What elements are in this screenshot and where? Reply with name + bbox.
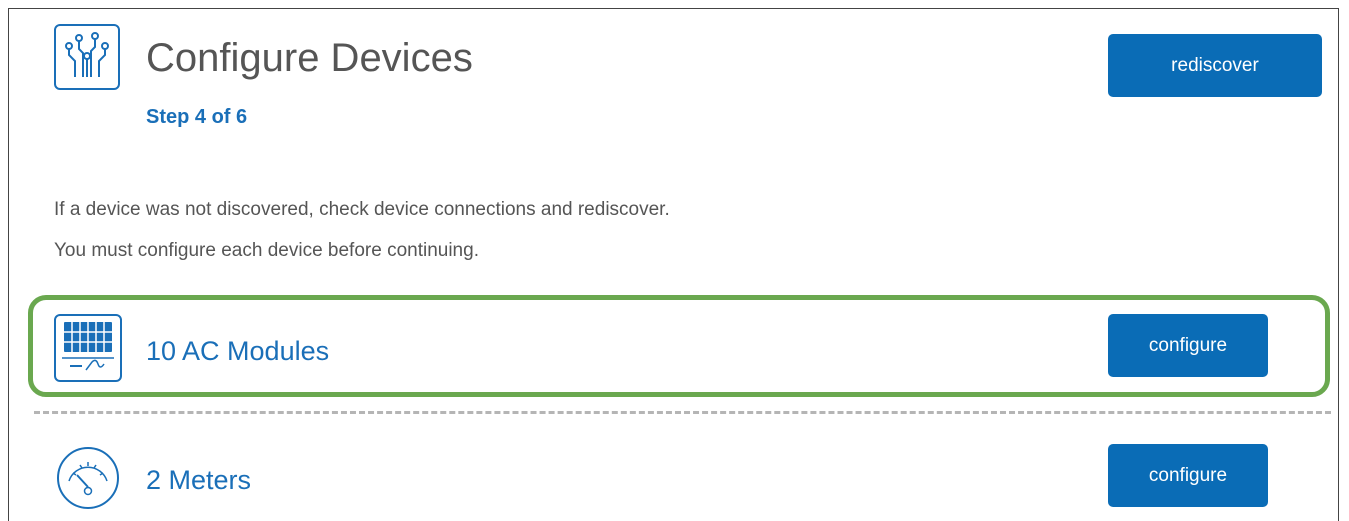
device-name-ac-modules: 10 AC Modules — [146, 336, 330, 366]
circuit-icon — [54, 24, 120, 90]
device-name-meters: 2 Meters — [146, 465, 252, 495]
meter-icon — [54, 444, 122, 512]
configure-ac-modules-button[interactable]: configure — [1108, 314, 1268, 377]
dashed-divider — [34, 411, 1331, 414]
rediscover-button[interactable]: rediscover — [1108, 34, 1322, 97]
page-title: Configure Devices — [146, 36, 473, 80]
instruction-text-configure: You must configure each device before co… — [54, 240, 479, 261]
instruction-text-rediscover: If a device was not discovered, check de… — [54, 199, 670, 220]
configure-meters-button[interactable]: configure — [1108, 444, 1268, 507]
solar-module-icon — [54, 314, 122, 382]
step-indicator: Step 4 of 6 — [146, 106, 248, 128]
